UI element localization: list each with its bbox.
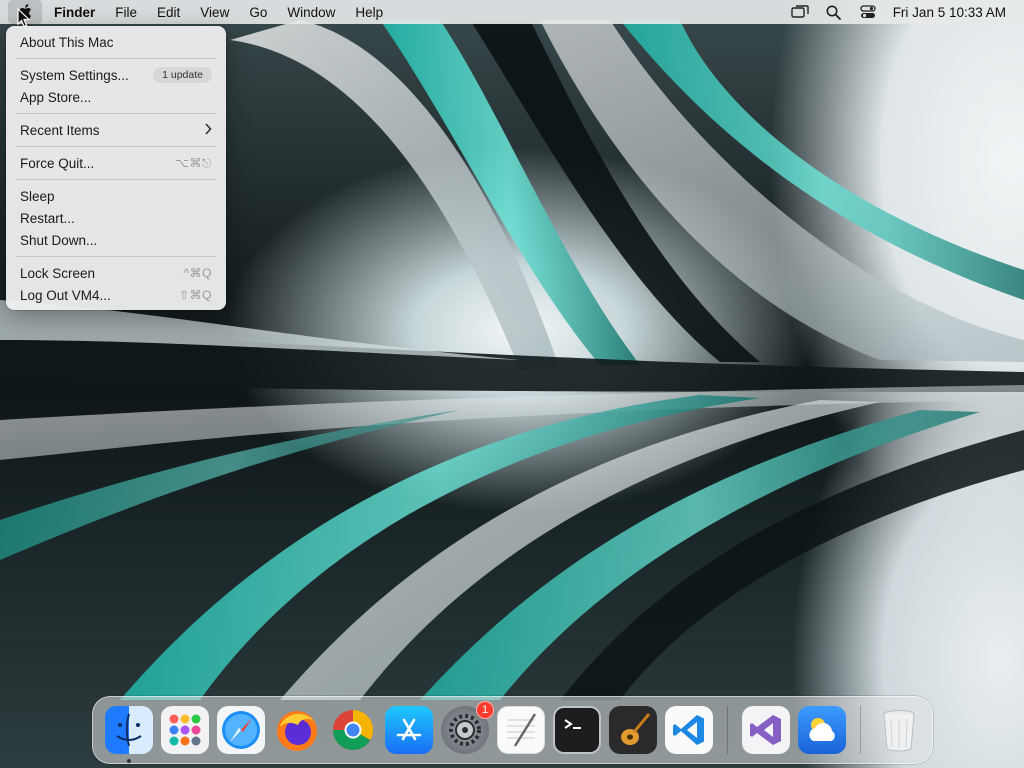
menu-item-restart[interactable]: Restart... <box>6 207 226 229</box>
terminal-icon[interactable] <box>553 706 601 754</box>
menu-item-system-settings[interactable]: System Settings... 1 update <box>6 64 226 86</box>
launchpad-icon[interactable] <box>161 706 209 754</box>
menu-item-force-quit[interactable]: Force Quit... ⌥⌘⎋ <box>6 152 226 174</box>
firefox-icon[interactable] <box>273 706 321 754</box>
menu-edit[interactable]: Edit <box>147 0 190 24</box>
chrome-icon[interactable] <box>329 706 377 754</box>
garageband-icon[interactable] <box>609 706 657 754</box>
menu-separator <box>16 113 216 114</box>
dock-separator <box>727 706 728 754</box>
chevron-right-icon <box>204 122 212 138</box>
menu-item-recent-items[interactable]: Recent Items <box>6 119 226 141</box>
trash-icon[interactable] <box>875 706 923 754</box>
mouse-cursor-icon <box>17 7 31 33</box>
notification-badge: 1 <box>476 701 494 719</box>
visual-studio-icon[interactable] <box>742 706 790 754</box>
control-center-icon[interactable] <box>851 0 885 24</box>
menu-item-label: Recent Items <box>20 122 100 138</box>
menu-go[interactable]: Go <box>239 0 277 24</box>
menu-file[interactable]: File <box>105 0 147 24</box>
running-indicator <box>127 759 131 763</box>
keyboard-shortcut: ⇧⌘Q <box>179 288 212 302</box>
menu-bar: Finder File Edit View Go Window Help Fri… <box>0 0 1024 24</box>
menubar-clock[interactable]: Fri Jan 5 10:33 AM <box>885 5 1006 20</box>
menu-item-label: Shut Down... <box>20 232 98 248</box>
menu-separator <box>16 58 216 59</box>
safari-icon[interactable] <box>217 706 265 754</box>
menu-item-label: Log Out VM4... <box>20 287 111 303</box>
apple-menu-dropdown: About This Mac System Settings... 1 upda… <box>6 26 226 310</box>
menu-item-log-out[interactable]: Log Out VM4... ⇧⌘Q <box>6 284 226 306</box>
weather-icon[interactable] <box>798 706 846 754</box>
menu-item-sleep[interactable]: Sleep <box>6 185 226 207</box>
dock: 1 <box>92 696 933 764</box>
textedit-icon[interactable] <box>497 706 545 754</box>
menu-item-label: Force Quit... <box>20 155 95 171</box>
dock-separator <box>860 706 861 754</box>
menu-item-app-store[interactable]: App Store... <box>6 86 226 108</box>
finder-icon[interactable] <box>105 706 153 763</box>
menu-finder[interactable]: Finder <box>42 0 105 24</box>
menu-item-label: Restart... <box>20 210 75 226</box>
menu-item-shut-down[interactable]: Shut Down... <box>6 229 226 251</box>
menu-separator <box>16 146 216 147</box>
menu-item-label: Lock Screen <box>20 265 96 281</box>
app-store-icon[interactable] <box>385 706 433 754</box>
keyboard-shortcut: ^⌘Q <box>183 266 212 280</box>
update-badge: 1 update <box>153 67 212 83</box>
menu-item-label: System Settings... <box>20 67 129 83</box>
menu-item-label: App Store... <box>20 89 92 105</box>
menu-separator <box>16 256 216 257</box>
menu-item-lock-screen[interactable]: Lock Screen ^⌘Q <box>6 262 226 284</box>
menu-item-label: Sleep <box>20 188 55 204</box>
menu-item-about-this-mac[interactable]: About This Mac <box>6 31 226 53</box>
keyboard-shortcut: ⌥⌘⎋ <box>175 155 212 170</box>
screen-mirroring-icon[interactable] <box>783 0 817 24</box>
spotlight-search-icon[interactable] <box>817 0 851 24</box>
menu-view[interactable]: View <box>190 0 239 24</box>
system-settings-icon[interactable]: 1 <box>441 701 494 754</box>
menu-help[interactable]: Help <box>345 0 393 24</box>
vscode-icon[interactable] <box>665 706 713 754</box>
menu-window[interactable]: Window <box>277 0 345 24</box>
menu-item-label: About This Mac <box>20 34 114 50</box>
menu-separator <box>16 179 216 180</box>
